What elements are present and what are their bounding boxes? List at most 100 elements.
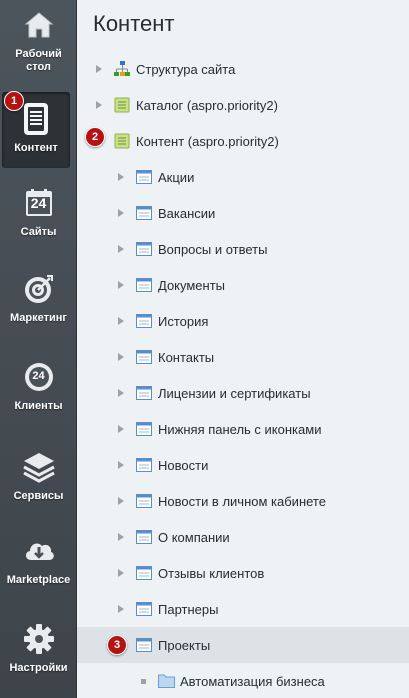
window-icon <box>136 349 152 365</box>
window-icon <box>136 313 152 329</box>
expand-arrow-icon[interactable] <box>96 65 102 73</box>
tree-row[interactable]: Контакты <box>77 339 409 375</box>
tree-row-label[interactable]: Новости <box>158 458 208 473</box>
tree-row[interactable]: Новости в личном кабинете <box>77 483 409 519</box>
document-icon <box>19 102 53 136</box>
expand-arrow-icon[interactable] <box>118 605 124 613</box>
expand-arrow-icon[interactable] <box>118 425 124 433</box>
menu-item-content-label: Контент <box>14 142 58 154</box>
calendar-number: 24 <box>30 195 47 211</box>
menu-item-settings[interactable]: Настройки <box>0 622 77 682</box>
calendar-24-icon: 24 <box>22 186 56 220</box>
tree-row[interactable]: Структура сайта <box>77 51 409 87</box>
menu-item-marketplace-label: Marketplace <box>6 574 71 586</box>
page-title: Контент <box>93 11 175 36</box>
tree-row[interactable]: Вопросы и ответы <box>77 231 409 267</box>
tree-row-label[interactable]: Контакты <box>158 350 214 365</box>
expand-arrow-icon[interactable] <box>118 209 124 217</box>
expand-arrow-icon[interactable] <box>118 497 124 505</box>
green-list-icon <box>114 133 130 149</box>
leaf-bullet-icon <box>141 679 146 684</box>
expand-arrow-icon[interactable] <box>118 245 124 253</box>
menu-item-desktop-label-1: Рабочий <box>15 48 62 60</box>
expand-arrow-icon[interactable] <box>96 101 102 109</box>
tree-row[interactable]: Лицензии и сертификаты <box>77 375 409 411</box>
expand-arrow-icon[interactable] <box>118 281 124 289</box>
tree-row-label[interactable]: Партнеры <box>158 602 218 617</box>
tree-row-label[interactable]: Вакансии <box>158 206 215 221</box>
menu-item-desktop-label-2: стол <box>26 61 51 73</box>
window-icon <box>136 205 152 221</box>
tree-row-label[interactable]: Акции <box>158 170 194 185</box>
tree-row[interactable]: Вакансии <box>77 195 409 231</box>
tree-row-label[interactable]: Отзывы клиентов <box>158 566 264 581</box>
gear-icon <box>22 622 56 656</box>
marker-badge-2: 2 <box>85 127 105 147</box>
window-icon <box>136 241 152 257</box>
target-icon <box>22 272 56 306</box>
window-icon <box>136 565 152 581</box>
sitemap-icon <box>114 61 130 77</box>
menu-item-clients[interactable]: 24 Клиенты <box>0 360 77 420</box>
marker-badge-1: 1 <box>4 91 24 111</box>
tree-row-label[interactable]: Вопросы и ответы <box>158 242 267 257</box>
tree-row[interactable]: Нижняя панель с иконками <box>77 411 409 447</box>
tree-row-label[interactable]: Лицензии и сертификаты <box>158 386 311 401</box>
expand-arrow-icon[interactable] <box>118 353 124 361</box>
tree-row[interactable]: О компании <box>77 519 409 555</box>
tree-row-label[interactable]: Каталог (aspro.priority2) <box>136 98 278 113</box>
tree-row[interactable]: Каталог (aspro.priority2) <box>77 87 409 123</box>
window-icon <box>136 529 152 545</box>
tree-row-label[interactable]: О компании <box>158 530 230 545</box>
menu-item-services[interactable]: Сервисы <box>0 450 77 510</box>
tree-row[interactable]: Контент (aspro.priority2) <box>77 123 409 159</box>
tree-row-label[interactable]: Контент (aspro.priority2) <box>136 134 279 149</box>
folder-icon <box>158 673 175 689</box>
clients-number: 24 <box>32 370 45 382</box>
cloud-download-icon <box>22 534 56 568</box>
window-icon <box>136 601 152 617</box>
tree-row[interactable]: Документы <box>77 267 409 303</box>
window-icon <box>136 385 152 401</box>
tree-row-label[interactable]: Автоматизация бизнеса <box>180 674 325 689</box>
menu-item-desktop[interactable]: Рабочий стол <box>0 8 77 88</box>
menu-item-clients-label: Клиенты <box>14 400 63 412</box>
tree-row[interactable]: Акции <box>77 159 409 195</box>
menu-item-marketing-label: Маркетинг <box>10 312 67 324</box>
green-list-icon <box>114 97 130 113</box>
tree-row[interactable]: Отзывы клиентов <box>77 555 409 591</box>
expand-arrow-icon[interactable] <box>118 317 124 325</box>
clients-24-icon: 24 <box>22 360 56 394</box>
expand-arrow-icon[interactable] <box>118 389 124 397</box>
window-icon <box>136 457 152 473</box>
menu-item-settings-label: Настройки <box>9 662 68 674</box>
window-icon <box>136 637 152 653</box>
menu-item-services-label: Сервисы <box>13 490 64 502</box>
marker-badge-3: 3 <box>107 635 127 655</box>
menu-item-marketplace[interactable]: Marketplace <box>0 534 77 594</box>
content-panel: Контент Структура сайта Каталог (aspro.pr… <box>77 0 409 698</box>
menu-item-sites[interactable]: 24 Сайты <box>0 186 77 246</box>
tree-row-label[interactable]: Проекты <box>158 638 210 653</box>
home-icon <box>22 8 56 42</box>
tree-row[interactable]: История <box>77 303 409 339</box>
tree-row-label[interactable]: Нижняя панель с иконками <box>158 422 321 437</box>
expand-arrow-icon[interactable] <box>118 173 124 181</box>
window-icon <box>136 493 152 509</box>
expand-arrow-icon[interactable] <box>118 461 124 469</box>
window-icon <box>136 277 152 293</box>
tree-row-label[interactable]: Документы <box>158 278 225 293</box>
tree-row[interactable]: Партнеры <box>77 591 409 627</box>
tree-row[interactable]: Автоматизация бизнеса <box>77 663 409 698</box>
tree-row[interactable]: Новости <box>77 447 409 483</box>
expand-arrow-icon[interactable] <box>118 533 124 541</box>
tree-row-label[interactable]: Новости в личном кабинете <box>158 494 326 509</box>
tree-row-label[interactable]: Структура сайта <box>136 62 235 77</box>
menu-item-sites-label: Сайты <box>20 226 57 238</box>
window-icon <box>136 421 152 437</box>
tree-row-label[interactable]: История <box>158 314 208 329</box>
menu-item-marketing[interactable]: Маркетинг <box>0 272 77 332</box>
layers-icon <box>22 450 56 484</box>
expand-arrow-icon[interactable] <box>118 569 124 577</box>
window-icon <box>136 169 152 185</box>
